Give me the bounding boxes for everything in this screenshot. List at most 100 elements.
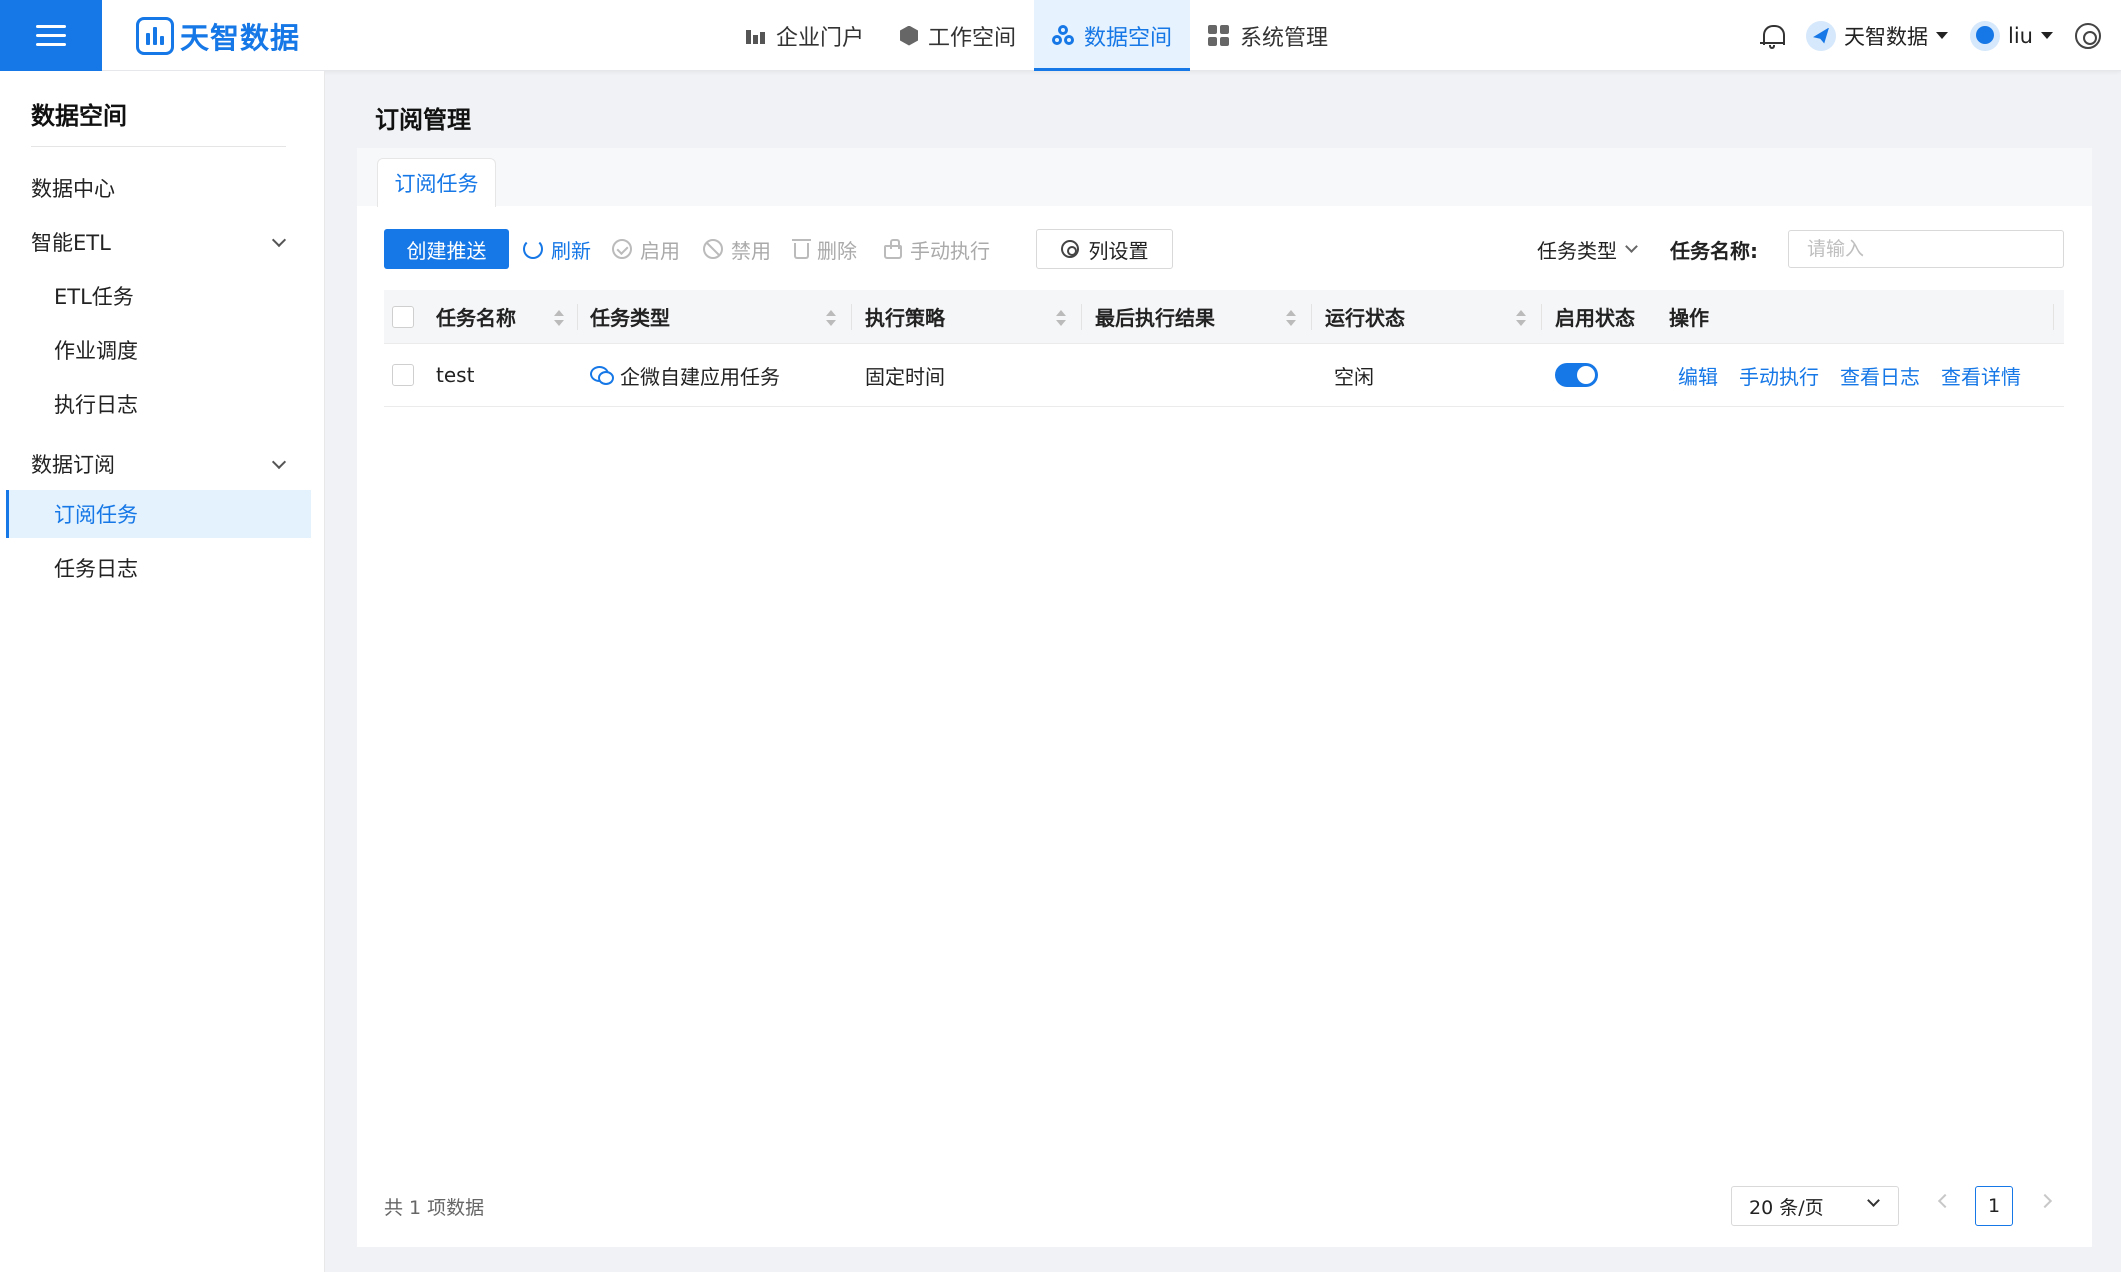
total-count: 共 1 项数据 (384, 1197, 485, 1219)
thumbs-up-icon (884, 238, 902, 259)
column-divider (1311, 304, 1312, 330)
enable-button[interactable]: 启用 (612, 229, 680, 269)
top-nav: 企业门户 工作空间 数据空间 系统管理 (726, 0, 1346, 71)
sidebar-item-subscription-task[interactable]: 订阅任务 (6, 490, 311, 538)
chevron-down-icon (271, 454, 287, 470)
caret-down-icon (2041, 32, 2053, 39)
col-header-enable-status: 启用状态 (1555, 306, 1635, 330)
row-checkbox[interactable] (392, 344, 414, 406)
sidebar-item-job-schedule[interactable]: 作业调度 (6, 326, 311, 374)
sidebar-divider (31, 146, 286, 147)
nav-enterprise-portal[interactable]: 企业门户 (726, 0, 882, 71)
nav-system-admin[interactable]: 系统管理 (1190, 0, 1346, 71)
column-settings-label: 列设置 (1088, 238, 1149, 263)
tab-subscription-task[interactable]: 订阅任务 (377, 158, 496, 207)
sidebar-item-label: 任务日志 (54, 557, 138, 581)
cell-exec-strategy: 固定时间 (865, 364, 945, 389)
col-header-task-type[interactable]: 任务类型 (590, 290, 670, 343)
delete-label: 删除 (817, 238, 857, 263)
check-circle-icon (612, 239, 632, 259)
cell-task-type-label: 企微自建应用任务 (620, 364, 780, 389)
logo-text: 天智数据 (180, 21, 301, 55)
nav-label: 系统管理 (1240, 25, 1329, 51)
bell-icon[interactable] (1760, 23, 1786, 49)
top-bar: 天智数据 企业门户 工作空间 数据空间 系统管理 天智数据 liu (0, 0, 2121, 71)
sidebar-item-label: 订阅任务 (54, 503, 138, 527)
view-detail-link[interactable]: 查看详情 (1941, 361, 2021, 390)
sidebar-item-label: 数据订阅 (31, 453, 115, 477)
sidebar-item-data-center[interactable]: 数据中心 (6, 164, 311, 212)
col-header-task-name[interactable]: 任务名称 (436, 290, 516, 343)
nav-data-space[interactable]: 数据空间 (1034, 0, 1191, 71)
sidebar-item-label: 数据中心 (31, 177, 115, 201)
hamburger-icon (36, 24, 66, 47)
user-name: liu (2008, 23, 2033, 48)
refresh-button[interactable]: 刷新 (523, 229, 591, 269)
chart-icon (744, 25, 766, 47)
tab-strip (357, 148, 2092, 206)
wecom-chat-icon (590, 366, 614, 385)
edit-link[interactable]: 编辑 (1678, 361, 1718, 390)
nav-label: 数据空间 (1084, 25, 1173, 51)
cluster-icon (1052, 24, 1075, 47)
col-header-last-result[interactable]: 最后执行结果 (1095, 290, 1215, 343)
sort-icon[interactable] (1056, 310, 1066, 326)
select-all-checkbox[interactable] (392, 290, 414, 343)
sidebar-item-task-log[interactable]: 任务日志 (6, 544, 311, 592)
sidebar-item-label: ETL任务 (54, 285, 134, 309)
sidebar-item-etl-task[interactable]: ETL任务 (6, 272, 311, 320)
task-type-filter[interactable]: 任务类型 (1537, 229, 1638, 269)
disable-button[interactable]: 禁用 (703, 229, 771, 269)
enable-label: 启用 (640, 238, 680, 263)
cell-task-name: test (436, 363, 475, 387)
org-switcher[interactable]: 天智数据 (1806, 20, 1949, 51)
create-push-button[interactable]: 创建推送 (384, 229, 509, 269)
column-divider (1541, 304, 1542, 330)
cube-icon (900, 25, 919, 46)
refresh-icon (523, 239, 543, 259)
hamburger-menu-button[interactable] (0, 0, 102, 71)
sort-icon[interactable] (1286, 310, 1296, 326)
manual-execute-button[interactable]: 手动执行 (884, 229, 990, 269)
col-header-run-status[interactable]: 运行状态 (1325, 290, 1405, 343)
column-divider (2053, 304, 2054, 330)
task-name-filter-label: 任务名称: (1670, 238, 1758, 263)
app-root: 天智数据 企业门户 工作空间 数据空间 系统管理 天智数据 liu 数据空间 数… (0, 0, 2121, 1272)
caret-down-icon (1936, 32, 1949, 39)
ban-icon (703, 239, 723, 259)
refresh-label: 刷新 (551, 238, 591, 263)
org-logo-icon (1806, 20, 1837, 51)
column-settings-button[interactable]: 列设置 (1036, 229, 1173, 269)
grid-icon (1208, 24, 1230, 47)
sidebar-item-smart-etl[interactable]: 智能ETL (6, 218, 311, 266)
view-log-link[interactable]: 查看日志 (1840, 361, 1920, 390)
gear-icon[interactable] (2075, 22, 2101, 49)
gear-icon (1060, 240, 1079, 258)
chevron-down-icon (1867, 1194, 1880, 1207)
sort-icon[interactable] (826, 310, 836, 326)
sort-icon[interactable] (1516, 310, 1526, 326)
sidebar-item-label: 作业调度 (54, 339, 138, 363)
page-number-current[interactable]: 1 (1975, 1186, 2013, 1226)
sidebar-item-data-subscription[interactable]: 数据订阅 (6, 440, 311, 488)
manual-label: 手动执行 (910, 238, 990, 263)
col-header-exec-strategy[interactable]: 执行策略 (865, 290, 945, 343)
nav-workspace[interactable]: 工作空间 (882, 0, 1034, 71)
cell-enable-status (1555, 344, 1598, 406)
sidebar-item-exec-log[interactable]: 执行日志 (6, 380, 311, 428)
task-name-input[interactable] (1788, 230, 2064, 268)
enable-toggle[interactable] (1555, 363, 1598, 387)
column-divider (851, 304, 852, 330)
col-header-actions: 操作 (1669, 306, 1709, 330)
sort-icon[interactable] (554, 310, 564, 326)
avatar (1970, 20, 2001, 51)
app-logo[interactable]: 天智数据 (136, 16, 300, 56)
column-divider (1081, 304, 1082, 330)
page-size-select[interactable]: 20 条/页 (1731, 1186, 1899, 1226)
manual-execute-link[interactable]: 手动执行 (1739, 361, 1819, 390)
cell-task-type: 企微自建应用任务 (590, 344, 780, 406)
top-right-area: 天智数据 liu (1760, 0, 2101, 71)
delete-button[interactable]: 删除 (792, 229, 857, 269)
user-menu[interactable]: liu (1970, 20, 2053, 51)
sidebar-title: 数据空间 (31, 102, 127, 130)
